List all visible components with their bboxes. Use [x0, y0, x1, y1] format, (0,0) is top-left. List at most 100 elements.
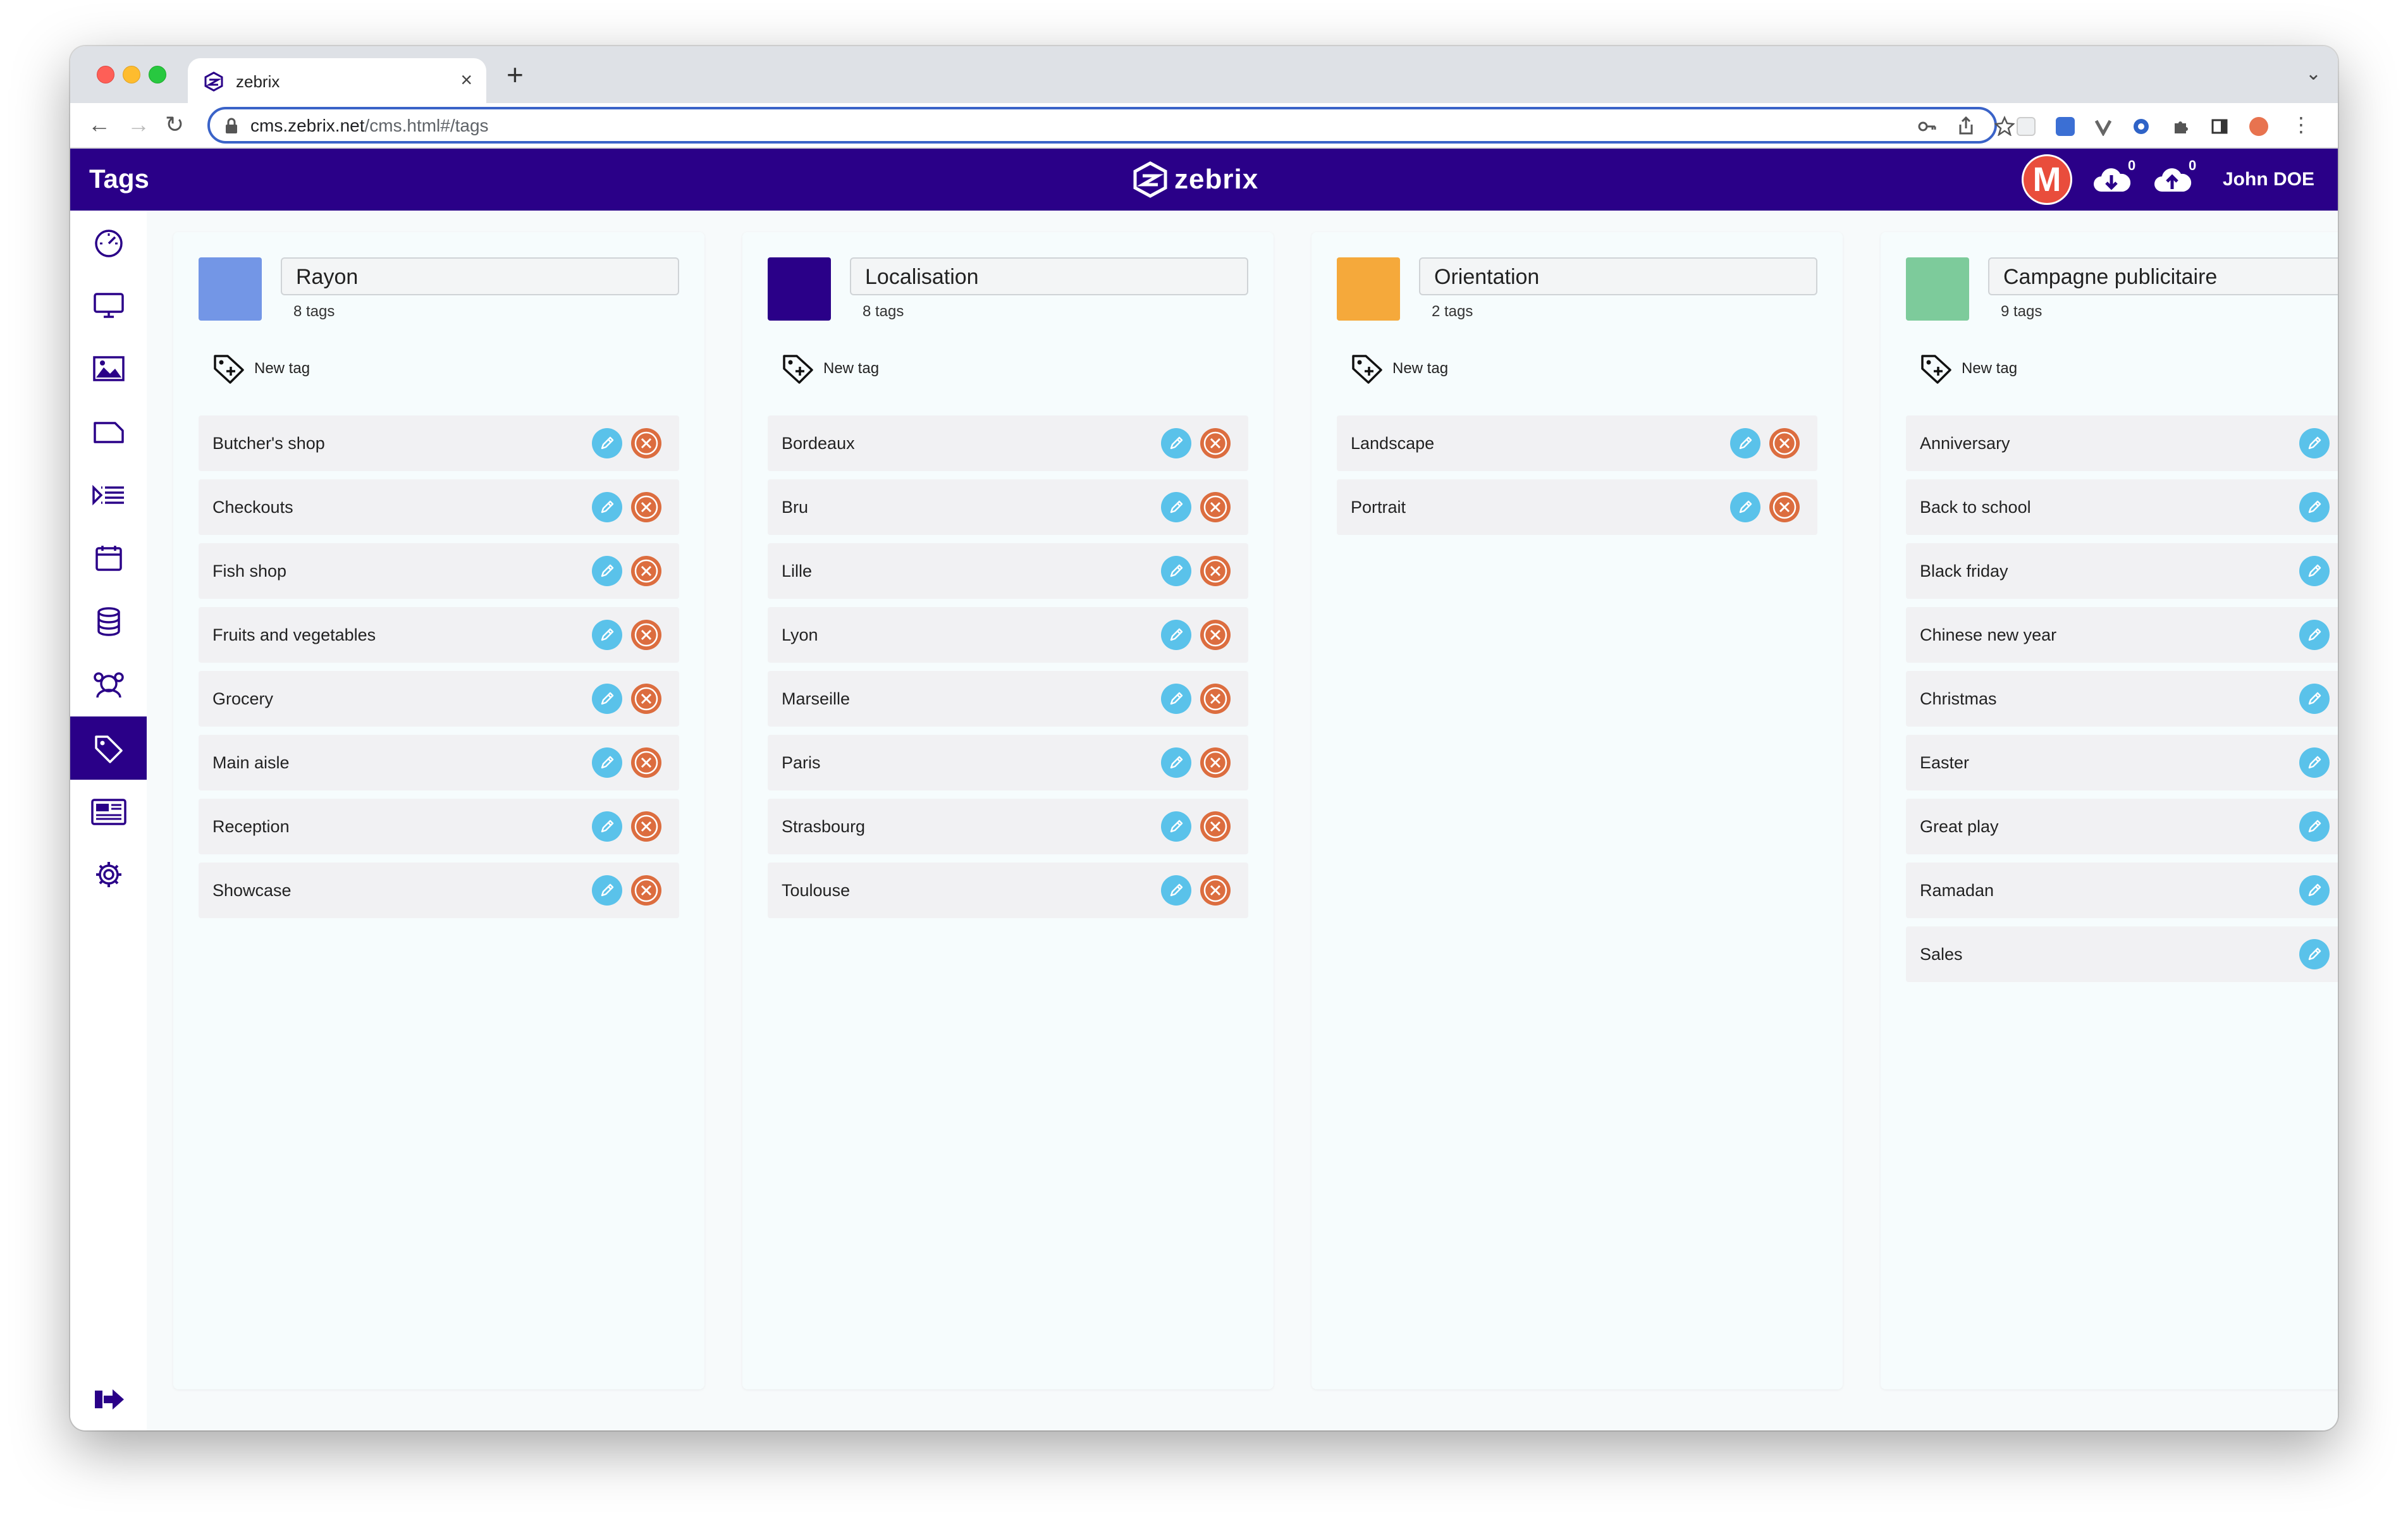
- edit-tag-button[interactable]: [2299, 939, 2330, 969]
- sidebar-item-folders[interactable]: [70, 400, 147, 464]
- delete-tag-button[interactable]: [1200, 428, 1231, 458]
- close-window-button[interactable]: [97, 66, 114, 83]
- new-tag-button[interactable]: New tag: [1349, 352, 1448, 385]
- tab-close-button[interactable]: ×: [460, 68, 472, 92]
- edit-tag-button[interactable]: [592, 428, 622, 458]
- puzzle-icon[interactable]: [2171, 117, 2190, 136]
- edit-tag-button[interactable]: [592, 811, 622, 842]
- cloud-upload-icon[interactable]: [2152, 160, 2192, 199]
- sidebar-item-playlists[interactable]: [70, 464, 147, 527]
- cloud-download-icon[interactable]: [2091, 160, 2132, 199]
- edit-tag-button[interactable]: [592, 747, 622, 778]
- edit-tag-button[interactable]: [2299, 428, 2330, 458]
- sidebar-item-logout[interactable]: [70, 1368, 147, 1430]
- browser-tab[interactable]: zebrix ×: [188, 58, 486, 103]
- edit-tag-button[interactable]: [1161, 747, 1191, 778]
- edit-tag-button[interactable]: [1730, 428, 1760, 458]
- media-avatar[interactable]: M: [2022, 154, 2072, 205]
- delete-tag-button[interactable]: [631, 875, 661, 906]
- url-text: cms.zebrix.net/cms.html#/tags: [250, 116, 489, 136]
- delete-tag-button[interactable]: [1200, 811, 1231, 842]
- minimize-window-button[interactable]: [123, 66, 140, 83]
- edit-tag-button[interactable]: [592, 492, 622, 522]
- tab-search-icon[interactable]: ⌄: [2306, 63, 2321, 85]
- key-icon[interactable]: [1917, 117, 1936, 136]
- delete-tag-button[interactable]: [631, 428, 661, 458]
- bookmark-star-icon[interactable]: [1994, 116, 2015, 136]
- sidebar-item-settings[interactable]: [70, 843, 147, 906]
- extension-icon[interactable]: [2017, 117, 2036, 136]
- sidebar-item-dashboard[interactable]: [70, 211, 147, 274]
- forward-icon[interactable]: →: [127, 112, 150, 137]
- edit-tag-button[interactable]: [2299, 556, 2330, 586]
- edit-tag-button[interactable]: [592, 684, 622, 714]
- edit-tag-button[interactable]: [1161, 811, 1191, 842]
- group-name-input[interactable]: Rayon: [281, 257, 679, 295]
- browser-menu-icon[interactable]: ⋮: [2291, 112, 2311, 137]
- sidebar-item-users[interactable]: [70, 653, 147, 716]
- user-name[interactable]: John DOE: [2223, 169, 2314, 190]
- group-name-input[interactable]: Orientation: [1419, 257, 1817, 295]
- group-color-swatch[interactable]: [199, 257, 262, 321]
- side-panel-icon[interactable]: [2210, 117, 2229, 136]
- group-name-input[interactable]: Localisation: [850, 257, 1248, 295]
- new-tag-button[interactable]: New tag: [1919, 352, 2017, 385]
- delete-tag-button[interactable]: [1200, 875, 1231, 906]
- tag-label: Showcase: [212, 881, 292, 900]
- edit-tag-button[interactable]: [1161, 492, 1191, 522]
- share-icon[interactable]: [1956, 116, 1975, 136]
- new-tab-button[interactable]: +: [507, 60, 524, 89]
- edit-tag-button[interactable]: [1161, 620, 1191, 650]
- zebrix-logo[interactable]: zebrix: [1133, 160, 1258, 199]
- edit-tag-button[interactable]: [592, 620, 622, 650]
- sidebar-item-news[interactable]: [70, 780, 147, 843]
- profile-avatar[interactable]: [2249, 117, 2268, 136]
- extension-icon[interactable]: [2132, 117, 2151, 136]
- edit-tag-button[interactable]: [592, 556, 622, 586]
- back-icon[interactable]: ←: [88, 112, 111, 137]
- edit-tag-button[interactable]: [1161, 875, 1191, 906]
- edit-tag-button[interactable]: [1730, 492, 1760, 522]
- extension-icon[interactable]: [2056, 117, 2075, 136]
- delete-tag-button[interactable]: [631, 684, 661, 714]
- edit-tag-button[interactable]: [1161, 684, 1191, 714]
- maximize-window-button[interactable]: [149, 66, 166, 83]
- delete-tag-button[interactable]: [1200, 492, 1231, 522]
- sidebar-item-tags[interactable]: [70, 716, 147, 780]
- delete-tag-button[interactable]: [1769, 428, 1800, 458]
- edit-tag-button[interactable]: [2299, 747, 2330, 778]
- delete-tag-button[interactable]: [1200, 747, 1231, 778]
- group-color-swatch[interactable]: [768, 257, 831, 321]
- delete-tag-button[interactable]: [1769, 492, 1800, 522]
- edit-tag-button[interactable]: [592, 875, 622, 906]
- edit-tag-button[interactable]: [2299, 684, 2330, 714]
- new-tag-button[interactable]: New tag: [780, 352, 879, 385]
- delete-tag-button[interactable]: [631, 747, 661, 778]
- address-bar[interactable]: cms.zebrix.net/cms.html#/tags: [207, 107, 2015, 144]
- close-icon: [1203, 687, 1227, 711]
- delete-tag-button[interactable]: [631, 811, 661, 842]
- delete-tag-button[interactable]: [1200, 556, 1231, 586]
- new-tag-button[interactable]: New tag: [211, 352, 310, 385]
- delete-tag-button[interactable]: [1200, 684, 1231, 714]
- sidebar-item-screens[interactable]: [70, 274, 147, 337]
- delete-tag-button[interactable]: [631, 492, 661, 522]
- sidebar-item-calendar[interactable]: [70, 527, 147, 590]
- delete-tag-button[interactable]: [631, 620, 661, 650]
- delete-tag-button[interactable]: [631, 556, 661, 586]
- edit-tag-button[interactable]: [2299, 492, 2330, 522]
- delete-tag-button[interactable]: [1200, 620, 1231, 650]
- edit-tag-button[interactable]: [1161, 428, 1191, 458]
- group-color-swatch[interactable]: [1337, 257, 1400, 321]
- edit-tag-button[interactable]: [2299, 620, 2330, 650]
- edit-tag-button[interactable]: [1161, 556, 1191, 586]
- edit-tag-button[interactable]: [2299, 875, 2330, 906]
- reload-icon[interactable]: ↻: [165, 112, 184, 137]
- group-color-swatch[interactable]: [1906, 257, 1969, 321]
- sidebar-item-database[interactable]: [70, 590, 147, 653]
- pencil-icon: [601, 436, 614, 450]
- group-name-input[interactable]: Campagne publicitaire: [1988, 257, 2338, 295]
- sidebar-item-media[interactable]: [70, 337, 147, 400]
- vimeo-extension-icon[interactable]: [2094, 117, 2113, 136]
- edit-tag-button[interactable]: [2299, 811, 2330, 842]
